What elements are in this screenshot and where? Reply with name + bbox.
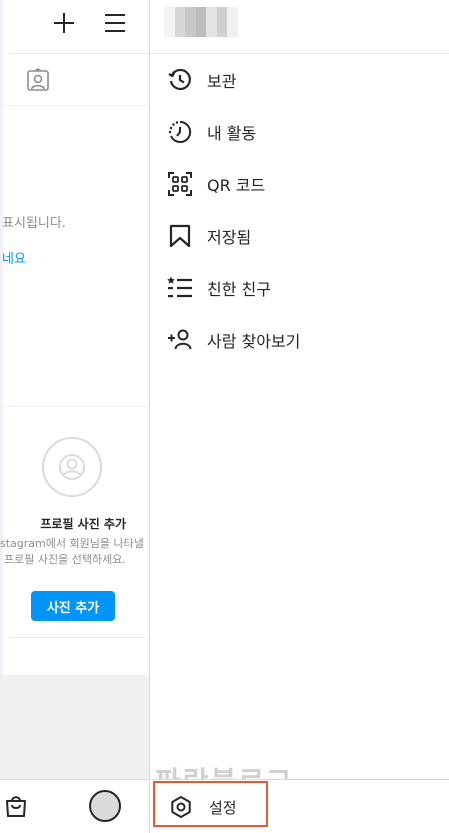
gray-placeholder-area: [0, 675, 149, 779]
discover-people-icon: [167, 327, 193, 353]
menu-label-archive: 보관: [207, 72, 237, 91]
close-friends-icon: [167, 275, 193, 301]
card-description-line2: 프로필 사진을 선택하세요.: [4, 553, 126, 566]
menu-item-close-friends[interactable]: 친한 친구: [151, 262, 449, 314]
drawer-header: [151, 0, 449, 54]
add-photo-button[interactable]: 사진 추가: [31, 591, 115, 621]
profile-placeholder-avatar: [42, 437, 102, 497]
menu-label-close-friends: 친한 친구: [207, 280, 271, 299]
empty-posts-text: 표시됩니다.: [2, 216, 66, 231]
qr-code-icon: [167, 171, 193, 197]
side-drawer: 보관 내 활동 QR 코드 저장됨 친한 친구 사람 찾아보기 설정: [151, 0, 449, 833]
card-description-line1: stagram에서 회원님을 나타낼: [0, 537, 144, 550]
menu-item-archive[interactable]: 보관: [151, 54, 449, 106]
menu-item-discover-people[interactable]: 사람 찾아보기: [151, 314, 449, 366]
gear-icon: [171, 796, 191, 818]
add-profile-photo-card: 프로필 사진 추가 stagram에서 회원님을 나타낼 프로필 사진을 선택하…: [0, 406, 149, 638]
empty-posts-link[interactable]: 네요: [2, 248, 26, 267]
menu-item-activity[interactable]: 내 활동: [151, 106, 449, 158]
hamburger-menu-icon[interactable]: [103, 11, 127, 35]
menu-item-saved[interactable]: 저장됨: [151, 210, 449, 262]
menu-label-saved: 저장됨: [207, 228, 252, 247]
user-icon: [59, 454, 85, 480]
plus-icon[interactable]: [52, 11, 76, 35]
settings-label: 설정: [209, 799, 237, 817]
activity-icon: [167, 119, 193, 145]
menu-label-activity: 내 활동: [207, 124, 257, 143]
menu-label-discover-people: 사람 찾아보기: [207, 332, 301, 351]
archive-icon: [167, 67, 193, 93]
menu-label-qr-code: QR 코드: [207, 176, 266, 195]
settings-button[interactable]: 설정: [153, 781, 268, 827]
settings-bar: 설정: [151, 779, 449, 833]
bookmark-icon: [167, 223, 193, 249]
profile-nav-avatar[interactable]: [89, 790, 121, 822]
shop-bag-icon[interactable]: [5, 794, 27, 818]
username-blurred: [164, 7, 239, 37]
bottom-nav: [0, 779, 149, 833]
tagged-photos-icon[interactable]: [26, 68, 50, 92]
profile-top-bar: [0, 0, 149, 54]
profile-page-panel: 표시됩니다. 네요 프로필 사진 추가 stagram에서 회원님을 나타낼 프…: [0, 0, 150, 833]
card-title: 프로필 사진 추가: [40, 517, 126, 531]
tagged-tab-row: [0, 54, 149, 106]
menu-item-qr-code[interactable]: QR 코드: [151, 158, 449, 210]
